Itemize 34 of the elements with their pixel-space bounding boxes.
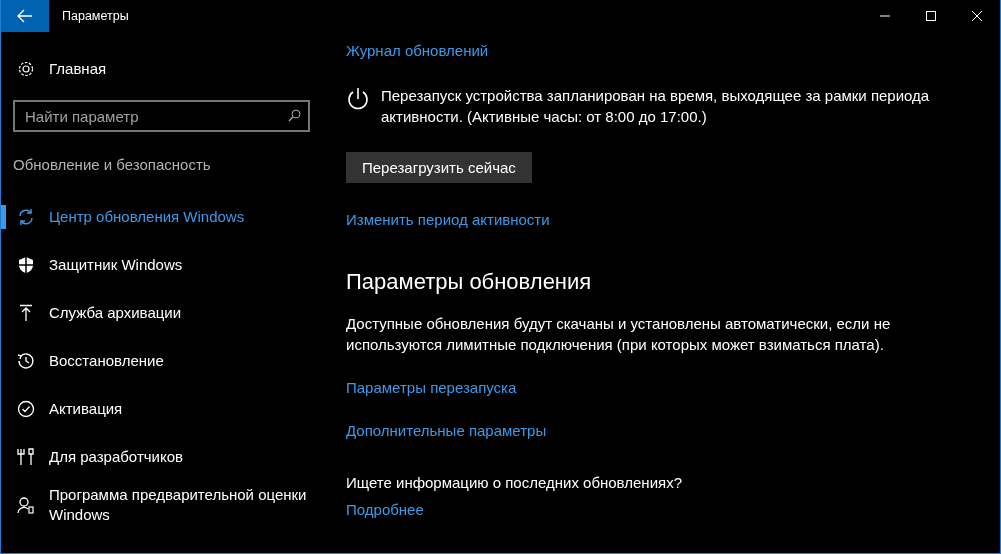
- settings-link[interactable]: Параметры перезапуска: [346, 376, 517, 400]
- description-text: Доступные обновления будут скачаны и установлены автоматически, если не используются лимитные подключения (при которых может взиматься плата).: [346, 313, 892, 355]
- search-field[interactable]: Найти параметр: [13, 100, 310, 132]
- nav-item[interactable]: Центр обновления Windows: [1, 192, 331, 241]
- section-heading: Параметры обновления: [346, 268, 593, 295]
- back-arrow-icon: [17, 9, 33, 23]
- settings-link[interactable]: Дополнительные параметры: [346, 419, 547, 443]
- question-text: Ищете информацию о последних обновлениях?: [346, 473, 683, 494]
- tools-icon: [17, 447, 35, 466]
- sync-icon: [17, 207, 35, 226]
- nav-item[interactable]: Восстановление: [1, 336, 331, 385]
- maximize-icon: [926, 11, 936, 21]
- home-link[interactable]: Главная: [1, 45, 331, 93]
- section-heading: Обновление и безопасность: [13, 155, 211, 175]
- settings-icon: [17, 60, 35, 78]
- upload-icon: [17, 303, 35, 322]
- restart-notice: Перезапуск устройства запланирован на время, выходящее за рамки периода активности. (Активные часы: от 8:00 до 17:00.): [381, 85, 931, 127]
- restart-now-button[interactable]: Перезагрузить сейчас: [346, 151, 532, 183]
- back-button[interactable]: [1, 0, 49, 32]
- nav-item[interactable]: Программа предварительной оценки Windows: [1, 480, 331, 529]
- search-icon: [288, 109, 301, 122]
- close-icon: [972, 11, 982, 21]
- nav-item[interactable]: Служба архивации: [1, 288, 331, 337]
- active-hours-link[interactable]: Изменить период активности: [346, 208, 550, 232]
- history-icon: [17, 351, 35, 370]
- window-title: Параметры: [62, 7, 129, 25]
- nav-item[interactable]: Для разработчиков: [1, 432, 331, 481]
- nav-item[interactable]: Активация: [1, 384, 331, 433]
- check-circle-icon: [17, 399, 35, 418]
- nav-item[interactable]: Защитник Windows: [1, 240, 331, 289]
- shield-icon: [17, 255, 35, 274]
- more-info-link[interactable]: Подробнее: [346, 499, 424, 522]
- update-history-link[interactable]: Журнал обновлений: [346, 40, 489, 63]
- person-icon: [17, 495, 35, 514]
